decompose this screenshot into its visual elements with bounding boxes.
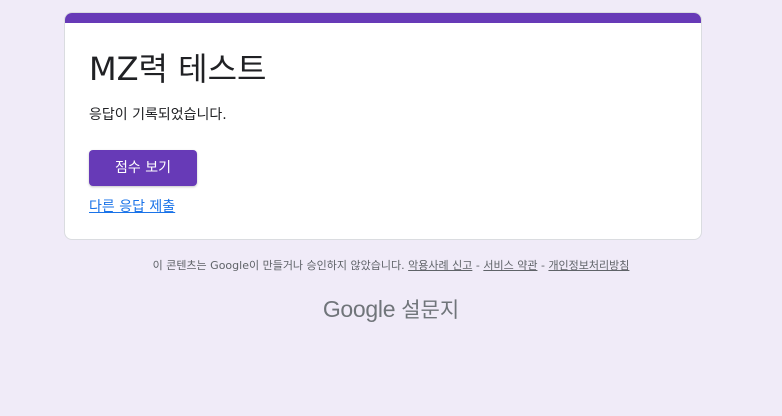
report-abuse-link[interactable]: 악용사례 신고 bbox=[408, 259, 472, 272]
forms-product-name: 설문지 bbox=[401, 298, 460, 322]
confirmation-message: 응답이 기록되었습니다. bbox=[89, 107, 227, 123]
view-score-button[interactable]: 점수 보기 bbox=[89, 150, 197, 186]
privacy-policy-link[interactable]: 개인정보처리방침 bbox=[548, 259, 629, 272]
footer-separator: - bbox=[540, 259, 545, 272]
google-forms-logo[interactable]: Google 설문지 bbox=[0, 294, 782, 325]
footer-separator: - bbox=[475, 259, 480, 272]
form-title: MZ력 테스트 bbox=[89, 50, 267, 88]
google-wordmark: Google bbox=[322, 296, 396, 322]
footer-disclaimer: 이 콘텐츠는 Google이 만들거나 승인하지 않았습니다. bbox=[152, 259, 405, 272]
response-card: MZ력 테스트 응답이 기록되었습니다. 점수 보기 다른 응답 제출 bbox=[64, 12, 702, 240]
card-accent-bar bbox=[65, 13, 701, 23]
submit-another-response-link[interactable]: 다른 응답 제출 bbox=[89, 197, 175, 217]
terms-of-service-link[interactable]: 서비스 약관 bbox=[483, 259, 537, 272]
footer: 이 콘텐츠는 Google이 만들거나 승인하지 않았습니다. 악용사례 신고 … bbox=[0, 257, 782, 275]
